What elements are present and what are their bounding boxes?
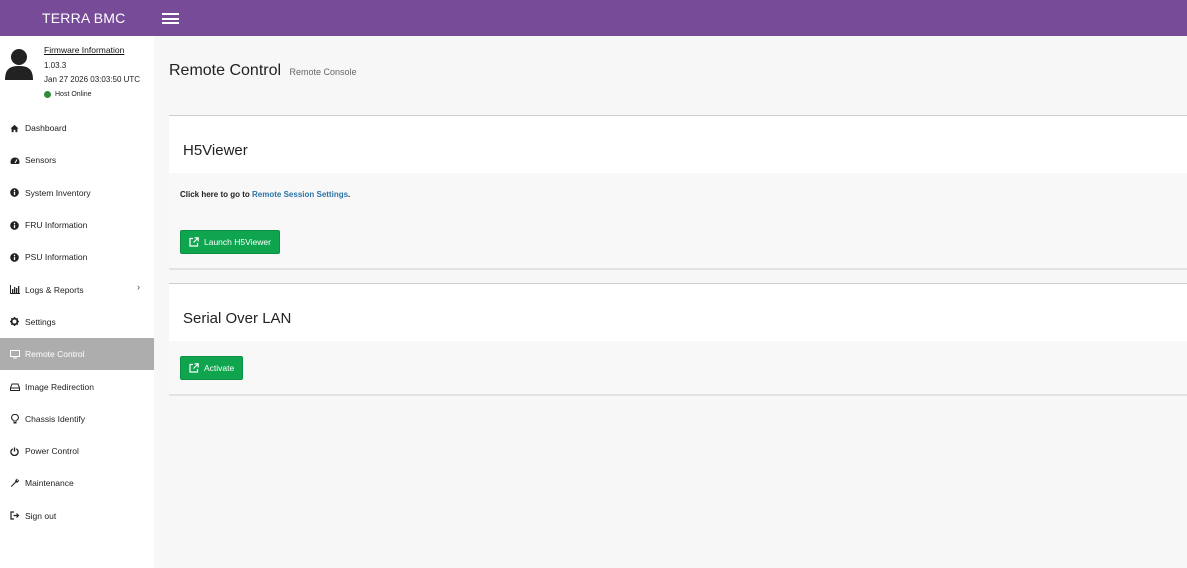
brand-logo-text[interactable]: TERRA BMC: [42, 10, 125, 26]
remote-session-settings-link[interactable]: Remote Session Settings: [252, 190, 348, 199]
sidebar-item-label: Sign out: [25, 510, 57, 521]
sidebar-item-power-control[interactable]: Power Control: [0, 435, 154, 467]
serial-over-lan-panel: Serial Over LAN Activate: [169, 283, 1187, 396]
h5viewer-panel: H5Viewer Click here to go to Remote Sess…: [169, 115, 1187, 270]
info-circle-icon: [9, 220, 20, 231]
activate-sol-label: Activate: [204, 363, 235, 373]
external-link-icon: [189, 237, 199, 247]
sidebar-item-label: Image Redirection: [25, 381, 94, 392]
sidebar-item-label: Logs & Reports: [25, 284, 84, 295]
host-status-label: Host Online: [55, 91, 92, 98]
top-navbar: TERRA BMC: [0, 0, 1187, 36]
launch-h5viewer-label: Launch H5Viewer: [204, 237, 271, 247]
sidebar-item-image-redirection[interactable]: Image Redirection: [0, 370, 154, 402]
status-dot-icon: [44, 91, 51, 98]
activate-sol-button[interactable]: Activate: [180, 356, 244, 380]
home-icon: [9, 123, 20, 134]
h5viewer-title: H5Viewer: [183, 142, 248, 159]
info-circle-icon: [9, 252, 20, 263]
sidebar-item-fru-information[interactable]: FRU Information: [0, 209, 154, 241]
sign-out-icon: [9, 510, 20, 521]
sidebar-item-settings[interactable]: Settings: [0, 306, 154, 338]
wrench-icon: [9, 478, 20, 489]
sidebar-item-dashboard[interactable]: Dashboard: [0, 112, 154, 144]
sidebar-menu: Dashboard Sensors System Inventory FRU I…: [0, 112, 154, 532]
remote-session-info: Click here to go to Remote Session Setti…: [180, 190, 350, 199]
sol-panel-header: Serial Over LAN: [169, 284, 1187, 341]
info-suffix: .: [348, 190, 351, 199]
sidebar-item-system-inventory[interactable]: System Inventory: [0, 177, 154, 209]
sidebar: Firmware Information 1.03.3 Jan 27 2026 …: [0, 36, 154, 568]
sidebar-item-label: Dashboard: [25, 123, 67, 134]
gear-icon: [9, 316, 20, 327]
hamburger-menu-icon[interactable]: [162, 13, 179, 24]
page-subtitle: Remote Console: [289, 67, 357, 77]
sidebar-item-maintenance[interactable]: Maintenance: [0, 467, 154, 499]
dashboard-gauge-icon: [9, 155, 20, 166]
sidebar-item-sign-out[interactable]: Sign out: [0, 500, 154, 532]
host-status: Host Online: [44, 91, 92, 98]
sidebar-item-sensors[interactable]: Sensors: [0, 144, 154, 176]
sidebar-item-psu-information[interactable]: PSU Information: [0, 241, 154, 273]
sidebar-item-label: Sensors: [25, 155, 57, 166]
sidebar-item-label: PSU Information: [25, 252, 88, 263]
sol-title: Serial Over LAN: [183, 310, 292, 327]
external-link-icon: [189, 363, 199, 373]
page-title: Remote Control: [169, 62, 282, 79]
launch-h5viewer-button[interactable]: Launch H5Viewer: [180, 230, 280, 254]
drive-icon: [9, 381, 20, 392]
user-panel: Firmware Information 1.03.3 Jan 27 2026 …: [0, 36, 154, 108]
sidebar-item-label: FRU Information: [25, 220, 88, 231]
sidebar-item-label: System Inventory: [25, 187, 91, 198]
sidebar-item-label: Remote Control: [25, 349, 85, 360]
h5viewer-panel-header: H5Viewer: [169, 116, 1187, 173]
sidebar-item-logs-reports[interactable]: Logs & Reports ›: [0, 273, 154, 305]
page-header: Remote Control Remote Console: [169, 62, 357, 80]
info-circle-icon: [9, 187, 20, 198]
user-avatar-icon: [5, 49, 33, 80]
firmware-version: 1.03.3: [44, 61, 67, 70]
bar-chart-icon: [9, 284, 20, 295]
lightbulb-icon: [9, 413, 20, 424]
sidebar-item-chassis-identify[interactable]: Chassis Identify: [0, 403, 154, 435]
sidebar-item-label: Chassis Identify: [25, 413, 85, 424]
sidebar-item-label: Settings: [25, 316, 56, 327]
sidebar-item-label: Power Control: [25, 446, 79, 457]
sidebar-item-remote-control[interactable]: Remote Control: [0, 338, 154, 371]
monitor-icon: [9, 349, 20, 360]
firmware-information-link[interactable]: Firmware Information: [44, 45, 124, 55]
bmc-datetime: Jan 27 2026 03:03:50 UTC: [44, 75, 141, 84]
chevron-right-icon: ›: [137, 282, 140, 293]
info-prefix: Click here to go to: [180, 190, 253, 199]
sidebar-item-label: Maintenance: [25, 478, 74, 489]
power-icon: [9, 446, 20, 457]
